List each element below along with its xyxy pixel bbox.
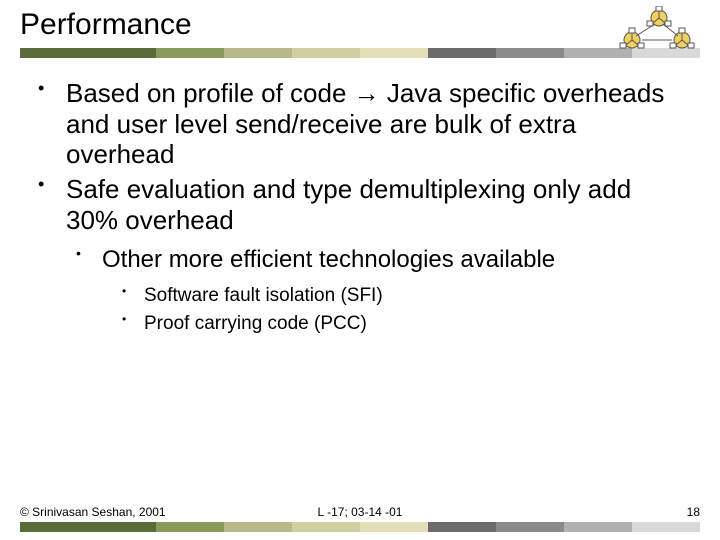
- bullet-l1: Based on profile of code → Java specific…: [30, 78, 690, 170]
- bullet-l3: Software fault isolation (SFI): [110, 283, 690, 309]
- footer-lecture: L -17; 03-14 -01: [247, 505, 474, 519]
- slide-title: Performance: [20, 8, 700, 42]
- bullet-l3: Proof carrying code (PCC): [110, 311, 690, 337]
- footer-copyright: © Srinivasan Seshan, 2001: [20, 505, 247, 519]
- cluster-logo-icon: [616, 6, 702, 54]
- footer-page: 18: [473, 505, 700, 519]
- accent-bar-top: [20, 48, 700, 58]
- slide-body: Based on profile of code → Java specific…: [30, 78, 690, 339]
- accent-bar-bottom: [20, 522, 700, 532]
- bullet-l1: Safe evaluation and type demultiplexing …: [30, 174, 690, 235]
- bullet-l2: Other more efficient technologies availa…: [66, 245, 690, 275]
